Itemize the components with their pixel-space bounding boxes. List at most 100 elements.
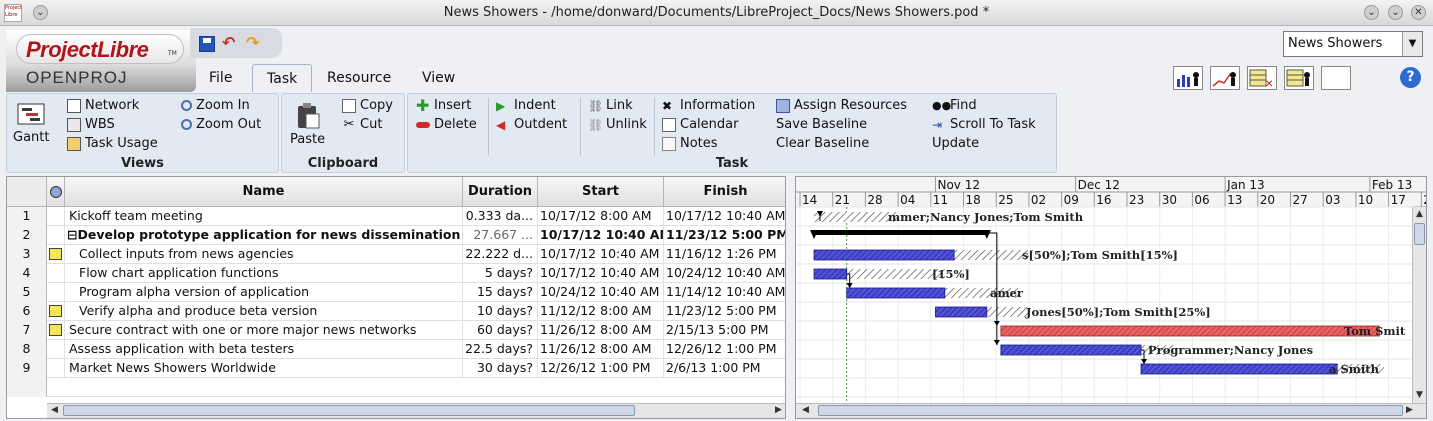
table-row[interactable]: 7 Secure contract with one or more major … <box>7 321 785 340</box>
task-name-cell[interactable]: Verify alpha and produce beta version <box>65 302 463 321</box>
blank-view-icon[interactable] <box>1321 66 1351 90</box>
table-row[interactable]: 8 Assess application with beta testers 22.… <box>7 340 785 359</box>
duration-cell[interactable]: 22.5 days? <box>463 340 538 359</box>
menu-view[interactable]: View <box>408 64 469 92</box>
duration-cell[interactable]: 0.333 da... <box>463 207 538 226</box>
duration-cell[interactable]: 15 days? <box>463 283 538 302</box>
wbs-button[interactable]: WBS <box>67 117 115 132</box>
menu-resource[interactable]: Resource <box>313 64 405 92</box>
start-column-header[interactable]: Start <box>538 177 664 207</box>
baseline-bar[interactable] <box>814 212 899 222</box>
duration-cell[interactable]: 5 days? <box>463 264 538 283</box>
start-cell[interactable]: 11/26/12 8:00 AM <box>538 321 664 340</box>
save-baseline-button[interactable]: Save Baseline <box>776 117 867 132</box>
task-name-cell[interactable]: Assess application with beta testers <box>65 340 463 359</box>
task-bar[interactable] <box>1140 363 1338 375</box>
finish-cell[interactable]: 2/15/13 5:00 PM <box>664 321 785 340</box>
notes-indicator-icon[interactable] <box>49 324 62 336</box>
task-bar[interactable] <box>813 249 955 261</box>
gantt-vertical-scrollbar[interactable]: ▲ ▼ <box>1412 207 1426 404</box>
finish-cell[interactable]: 10/24/12 10:40 AM <box>664 264 785 283</box>
gantt-canvas[interactable]: 14 21 28 04 11 18 25 02 09 16 23 30 06 13 20 27 03 10 17 24… <box>796 177 1427 419</box>
start-cell[interactable]: 10/17/12 10:40 AM <box>538 264 664 283</box>
scroll-left-icon[interactable]: ◀ <box>802 405 809 415</box>
calendar-button[interactable]: Calendar <box>662 117 738 132</box>
gantt-button[interactable]: Gantt <box>13 102 49 145</box>
scrollbar-thumb[interactable] <box>818 405 1403 416</box>
scroll-left-icon[interactable]: ◀ <box>51 405 58 415</box>
finish-cell[interactable]: 11/14/12 10:40 AM <box>664 283 785 302</box>
table-horizontal-scrollbar[interactable]: ◀ ▶ <box>47 403 785 418</box>
task-name-cell[interactable]: Flow chart application functions <box>65 264 463 283</box>
task-usage-button[interactable]: Task Usage <box>67 136 158 151</box>
task-name-cell[interactable]: Market News Showers Worldwide <box>65 359 463 378</box>
indent-button[interactable]: ▶ Indent <box>496 98 556 113</box>
table-row[interactable]: 4 Flow chart application functions 5 days?… <box>7 264 785 283</box>
scroll-to-task-button[interactable]: ⇥ Scroll To Task <box>932 117 1036 132</box>
task-bar[interactable] <box>935 306 988 318</box>
notes-button[interactable]: Notes <box>662 136 718 151</box>
finish-cell[interactable]: 10/17/12 10:40 AM <box>664 207 785 226</box>
task-name-cell[interactable]: Collect inputs from news agencies <box>65 245 463 264</box>
copy-button[interactable]: Copy <box>342 98 393 113</box>
duration-cell[interactable]: 30 days? <box>463 359 538 378</box>
task-name-cell[interactable]: Program alpha version of application <box>65 283 463 302</box>
finish-cell[interactable]: 11/23/12 5:00 PM <box>664 302 785 321</box>
critical-task-bar[interactable] <box>1000 325 1380 337</box>
table-row[interactable]: 6 Verify alpha and produce beta version 10… <box>7 302 785 321</box>
task-usage-icon[interactable]: ✕ <box>1247 66 1277 90</box>
task-name-cell[interactable]: ⊟Develop prototype application for news … <box>65 226 463 245</box>
indicators-header[interactable] <box>47 177 65 207</box>
duration-cell[interactable]: 10 days? <box>463 302 538 321</box>
redo-icon[interactable]: ↷ <box>246 35 262 52</box>
gantt-horizontal-scrollbar[interactable]: ◀ ▶ <box>796 403 1426 418</box>
paste-button[interactable]: Paste <box>290 102 325 147</box>
save-icon[interactable] <box>199 36 215 52</box>
delete-button[interactable]: Delete <box>416 117 477 132</box>
window-menu-icon[interactable]: ⌄ <box>1364 5 1379 20</box>
scrollbar-thumb[interactable] <box>1414 223 1425 245</box>
notes-indicator-icon[interactable] <box>49 305 62 317</box>
undo-icon[interactable]: ↶ <box>222 35 238 52</box>
start-cell[interactable]: 10/17/12 10:40 AM <box>538 245 664 264</box>
menu-file[interactable]: File <box>195 64 246 92</box>
clear-baseline-button[interactable]: Clear Baseline <box>776 136 869 151</box>
task-bar[interactable] <box>846 287 946 299</box>
task-bar[interactable] <box>813 268 848 280</box>
finish-cell[interactable]: 2/6/13 1:00 PM <box>664 359 785 378</box>
duration-cell[interactable]: 22.222 d... <box>463 245 538 264</box>
table-row[interactable]: 3 Collect inputs from news agencies 22.222… <box>7 245 785 264</box>
name-column-header[interactable]: Name <box>65 177 463 207</box>
help-icon[interactable]: ? <box>1400 67 1421 88</box>
finish-cell[interactable]: 11/23/12 5:00 PM <box>664 226 785 245</box>
table-row-empty[interactable] <box>7 378 785 397</box>
network-button[interactable]: Network <box>67 98 139 113</box>
start-cell[interactable]: 10/24/12 10:40 AM <box>538 283 664 302</box>
scroll-right-icon[interactable]: ▶ <box>1406 405 1413 415</box>
start-cell[interactable]: 11/12/12 8:00 AM <box>538 302 664 321</box>
duration-cell[interactable]: 60 days? <box>463 321 538 340</box>
notes-indicator-icon[interactable] <box>49 248 62 260</box>
resource-usage-icon[interactable] <box>1284 66 1314 90</box>
resource-histogram-icon[interactable] <box>1173 66 1203 90</box>
zoom-in-button[interactable]: Zoom In <box>181 98 250 113</box>
table-row[interactable]: 5 Program alpha version of application 15 … <box>7 283 785 302</box>
start-cell[interactable]: 10/17/12 8:00 AM <box>538 207 664 226</box>
zoom-out-button[interactable]: Zoom Out <box>181 117 261 132</box>
link-button[interactable]: ⛓ Link <box>588 98 633 113</box>
finish-cell[interactable]: 12/26/12 1:00 PM <box>664 340 785 359</box>
table-row[interactable]: 9 Market News Showers Worldwide 30 days? 12… <box>7 359 785 378</box>
start-cell[interactable]: 10/17/12 10:40 AM <box>538 226 664 245</box>
find-button[interactable]: ●● Find <box>932 98 977 113</box>
start-cell[interactable]: 11/26/12 8:00 AM <box>538 340 664 359</box>
finish-cell[interactable]: 11/16/12 1:26 PM <box>664 245 785 264</box>
table-row[interactable]: 2 ⊟Develop prototype application for news… <box>7 226 785 245</box>
start-cell[interactable]: 12/26/12 1:00 PM <box>538 359 664 378</box>
update-button[interactable]: Update <box>932 136 979 151</box>
task-bar[interactable] <box>1000 344 1142 356</box>
summary-bar[interactable] <box>814 230 987 235</box>
chevron-down-icon[interactable]: ▼ <box>1402 32 1422 56</box>
task-name-cell[interactable]: Kickoff team meeting <box>65 207 463 226</box>
duration-column-header[interactable]: Duration <box>463 177 538 207</box>
assign-resources-button[interactable]: Assign Resources <box>776 98 907 113</box>
